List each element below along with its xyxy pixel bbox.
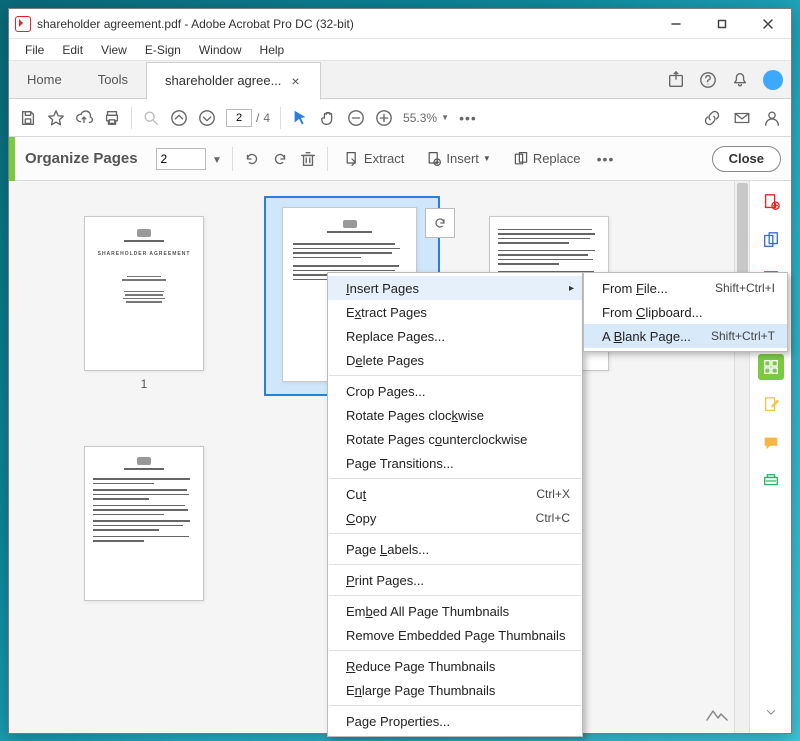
more-organize-icon[interactable]: ••• <box>597 150 615 168</box>
user-avatar[interactable] <box>763 70 783 90</box>
submenu-from-file[interactable]: From File...Shift+Ctrl+I <box>584 276 787 300</box>
ctx-reduce[interactable]: Reduce Page Thumbnails <box>328 654 582 678</box>
close-organize-button[interactable]: Close <box>712 146 781 172</box>
account-icon[interactable] <box>763 109 781 127</box>
chevron-down-icon: ▼ <box>212 155 222 166</box>
tab-strip: Home Tools shareholder agree... × <box>9 61 791 99</box>
menu-view[interactable]: View <box>93 41 135 59</box>
sticky-note-tool-icon[interactable] <box>758 430 784 456</box>
total-pages: 4 <box>263 111 270 125</box>
extract-button[interactable]: Extract <box>338 147 410 171</box>
zoom-out-icon[interactable] <box>347 109 365 127</box>
ctx-insert-pages[interactable]: Insert Pages▸ <box>328 276 582 300</box>
combine-files-tool-icon[interactable] <box>758 227 784 253</box>
insert-button[interactable]: Insert ▼ <box>420 147 496 171</box>
print-icon[interactable] <box>103 109 121 127</box>
tab-home[interactable]: Home <box>9 61 80 99</box>
ctx-remove-embedded[interactable]: Remove Embedded Page Thumbnails <box>328 623 582 647</box>
ctx-delete-pages[interactable]: Delete Pages <box>328 348 582 372</box>
close-window-button[interactable] <box>745 9 791 39</box>
link-icon[interactable] <box>703 109 721 127</box>
submenu-from-clipboard[interactable]: From Clipboard... <box>584 300 787 324</box>
menu-esign[interactable]: E-Sign <box>137 41 189 59</box>
tab-close-button[interactable]: × <box>289 73 301 89</box>
window-title: shareholder agreement.pdf - Adobe Acroba… <box>37 17 354 31</box>
ctx-rotate-cw[interactable]: Rotate Pages clockwise <box>328 403 582 427</box>
page-up-icon[interactable] <box>170 109 188 127</box>
minimize-button[interactable] <box>653 9 699 39</box>
page-thumbnail-1[interactable]: SHAREHOLDER AGREEMENT 1 <box>84 216 204 391</box>
delete-icon[interactable] <box>299 150 317 168</box>
organize-page-select[interactable]: ▼ <box>156 148 222 170</box>
menu-edit[interactable]: Edit <box>54 41 91 59</box>
insert-pages-submenu: From File...Shift+Ctrl+I From Clipboard.… <box>583 272 788 352</box>
rotate-ccw-icon[interactable] <box>243 150 261 168</box>
create-pdf-tool-icon[interactable] <box>758 189 784 215</box>
star-icon[interactable] <box>47 109 65 127</box>
menu-file[interactable]: File <box>17 41 52 59</box>
ctx-replace-pages[interactable]: Replace Pages... <box>328 324 582 348</box>
page-thumbnail-4[interactable] <box>84 446 204 601</box>
rotate-cw-icon[interactable] <box>271 150 289 168</box>
zoom-level[interactable]: 55.3% ▼ <box>403 111 449 125</box>
maximize-button[interactable] <box>699 9 745 39</box>
right-tools-panel <box>749 181 791 733</box>
tab-tools[interactable]: Tools <box>80 61 146 99</box>
cloud-upload-icon[interactable] <box>75 109 93 127</box>
page1-label: 1 <box>84 377 204 391</box>
page-separator: / <box>256 111 259 125</box>
comment-tool-icon[interactable] <box>758 392 784 418</box>
replace-button[interactable]: Replace <box>507 147 587 171</box>
organize-page-input[interactable] <box>156 148 206 170</box>
ctx-crop-pages[interactable]: Crop Pages... <box>328 379 582 403</box>
page-down-icon[interactable] <box>198 109 216 127</box>
mountains-icon[interactable] <box>706 706 728 727</box>
share-icon[interactable] <box>667 71 685 89</box>
chevron-down-icon[interactable] <box>758 699 784 725</box>
ctx-rotate-ccw[interactable]: Rotate Pages counterclockwise <box>328 427 582 451</box>
zoom-in-icon[interactable] <box>375 109 393 127</box>
ctx-embed-all[interactable]: Embed All Page Thumbnails <box>328 599 582 623</box>
title-bar: shareholder agreement.pdf - Adobe Acroba… <box>9 9 791 39</box>
ctx-copy[interactable]: CopyCtrl+C <box>328 506 582 530</box>
organize-title: Organize Pages <box>25 150 138 167</box>
submenu-blank-page[interactable]: A Blank Page...Shift+Ctrl+T <box>584 324 787 348</box>
ctx-cut[interactable]: CutCtrl+X <box>328 482 582 506</box>
save-icon[interactable] <box>19 109 37 127</box>
help-icon[interactable] <box>699 71 717 89</box>
select-tool-icon[interactable] <box>291 109 309 127</box>
hand-tool-icon[interactable] <box>319 109 337 127</box>
ctx-enlarge[interactable]: Enlarge Page Thumbnails <box>328 678 582 702</box>
ctx-print-pages[interactable]: Print Pages... <box>328 568 582 592</box>
ctx-page-properties[interactable]: Page Properties... <box>328 709 582 733</box>
organize-accent <box>9 137 15 181</box>
bell-icon[interactable] <box>731 71 749 89</box>
email-icon[interactable] <box>733 109 751 127</box>
search-icon[interactable] <box>142 109 160 127</box>
ctx-extract-pages[interactable]: Extract Pages <box>328 300 582 324</box>
tab-tools-label: Tools <box>98 72 128 87</box>
acrobat-app-icon <box>15 16 31 32</box>
menu-help[interactable]: Help <box>252 41 293 59</box>
tab-home-label: Home <box>27 72 62 87</box>
menu-window[interactable]: Window <box>191 41 250 59</box>
more-toolbar-icon[interactable]: ••• <box>459 109 477 127</box>
organize-pages-tool-icon[interactable] <box>758 354 784 380</box>
ctx-page-transitions[interactable]: Page Transitions... <box>328 451 582 475</box>
organize-pages-bar: Organize Pages ▼ Extract Insert ▼ Replac… <box>9 137 791 181</box>
current-page-input[interactable] <box>226 109 252 127</box>
menu-bar: File Edit View E-Sign Window Help <box>9 39 791 61</box>
main-toolbar: / 4 55.3% ▼ ••• <box>9 99 791 137</box>
rotate-page-handle[interactable] <box>425 208 455 238</box>
page-indicator: / 4 <box>226 109 270 127</box>
ctx-page-labels[interactable]: Page Labels... <box>328 537 582 561</box>
tab-document[interactable]: shareholder agree... × <box>146 62 321 100</box>
scan-tool-icon[interactable] <box>758 468 784 494</box>
context-menu: Insert Pages▸ Extract Pages Replace Page… <box>327 272 583 737</box>
tab-document-label: shareholder agree... <box>165 73 281 88</box>
page1-title-text: SHAREHOLDER AGREEMENT <box>95 251 193 258</box>
vertical-scrollbar[interactable] <box>734 181 749 733</box>
